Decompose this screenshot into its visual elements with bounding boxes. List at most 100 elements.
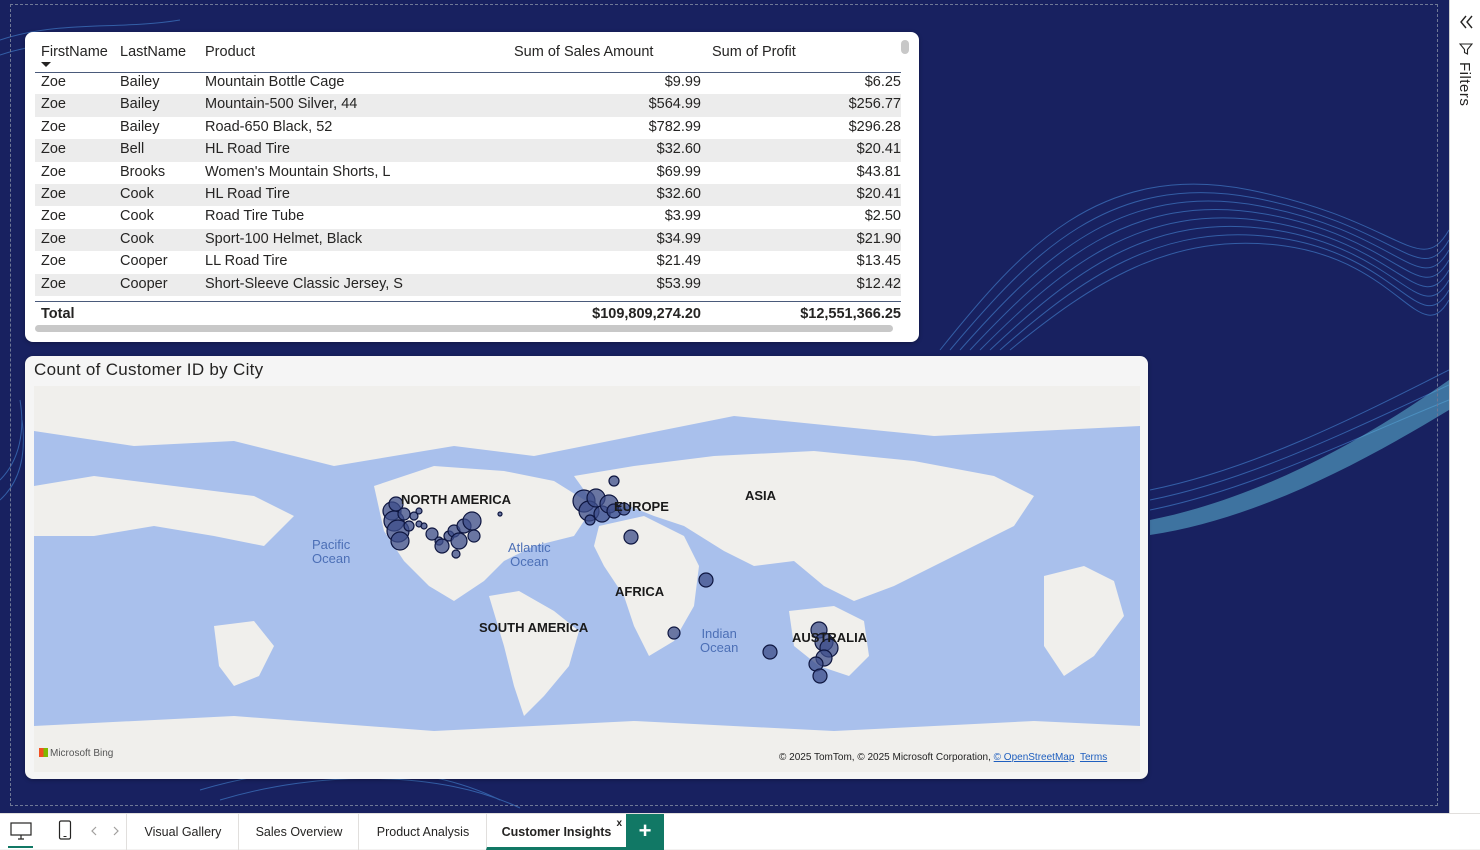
cell-lastname: Bailey xyxy=(120,74,160,90)
openstreetmap-link[interactable]: © OpenStreetMap xyxy=(994,752,1075,763)
continent-label-africa: AFRICA xyxy=(615,584,665,599)
total-label: Total xyxy=(41,306,75,322)
table-row[interactable]: Zoe Cook HL Road Tire $32.60 $20.41 xyxy=(35,183,901,207)
cell-profit: $256.77 xyxy=(848,96,901,113)
continent-label-south-america: SOUTH AMERICA xyxy=(479,620,589,635)
report-canvas: FirstName LastName Product Sum of Sales … xyxy=(0,0,1449,813)
total-profit: $12,551,366.25 xyxy=(800,306,901,322)
mobile-layout-icon[interactable] xyxy=(58,820,72,840)
filters-pane: Filters xyxy=(1449,0,1480,813)
city-bubble[interactable] xyxy=(623,529,639,545)
cell-profit: $21.90 xyxy=(856,230,901,247)
city-bubble[interactable] xyxy=(608,475,620,487)
horizontal-scrollbar[interactable] xyxy=(35,325,893,332)
map-title: Count of Customer ID by City xyxy=(34,360,264,379)
city-bubble[interactable] xyxy=(450,532,468,550)
column-header-product[interactable]: Product xyxy=(205,44,255,60)
desktop-layout-icon[interactable] xyxy=(10,822,32,840)
city-bubble[interactable] xyxy=(667,626,681,640)
table-body: Zoe Bailey Mountain Bottle Cage $9.99 $6.25 Z… xyxy=(35,72,901,296)
column-header-profit[interactable]: Sum of Profit xyxy=(712,44,796,60)
table-row[interactable]: Zoe Bailey Road-650 Black, 52 $782.99 $296.2… xyxy=(35,117,901,139)
cell-lastname: Brooks xyxy=(120,163,166,180)
cell-lastname: Cook xyxy=(120,185,154,202)
city-bubble[interactable] xyxy=(390,531,410,551)
cell-lastname: Cooper xyxy=(120,275,168,292)
cell-firstname: Zoe xyxy=(41,74,66,90)
city-bubble[interactable] xyxy=(415,507,423,515)
add-page-button[interactable]: + xyxy=(626,814,664,850)
cell-firstname: Zoe xyxy=(41,253,66,270)
cell-firstname: Zoe xyxy=(41,163,66,180)
sales-table-visual[interactable]: FirstName LastName Product Sum of Sales … xyxy=(25,32,919,342)
column-header-sales-amount[interactable]: Sum of Sales Amount xyxy=(514,44,653,60)
vertical-scrollbar[interactable] xyxy=(901,40,909,54)
table-row[interactable]: Zoe Cook Sport-100 Helmet, Black $34.99 $21.… xyxy=(35,228,901,252)
cell-product: Road Tire Tube xyxy=(205,208,305,225)
cell-sales: $3.99 xyxy=(664,208,701,225)
page-tab-bar: Visual Gallery Sales Overview Product An… xyxy=(0,813,1480,850)
table-row[interactable]: Zoe Cooper Short-Sleeve Classic Jersey, S $… xyxy=(35,273,901,296)
city-bubble[interactable] xyxy=(762,644,778,660)
cell-firstname: Zoe xyxy=(41,185,66,202)
table-row[interactable]: Zoe Bell HL Road Tire $32.60 $20.41 xyxy=(35,139,901,162)
cell-lastname: Cook xyxy=(120,208,154,225)
table-row[interactable]: Zoe Brooks Women's Mountain Shorts, L $69.9… xyxy=(35,162,901,184)
cell-lastname: Bell xyxy=(120,141,145,158)
city-bubble[interactable] xyxy=(497,511,503,517)
table-total-row: Total $109,809,274.20 $12,551,366.25 xyxy=(35,301,901,326)
chevron-right-icon[interactable] xyxy=(112,826,120,836)
customer-map-visual[interactable]: Count of Customer ID by City NORTH AMERI xyxy=(25,356,1148,779)
tab-product-analysis[interactable]: Product Analysis xyxy=(358,814,487,850)
tab-visual-gallery[interactable]: Visual Gallery xyxy=(126,814,239,850)
tab-sales-overview[interactable]: Sales Overview xyxy=(238,814,359,850)
cell-profit: $2.50 xyxy=(864,208,901,225)
city-bubble[interactable] xyxy=(467,529,481,543)
microsoft-logo-icon xyxy=(39,748,48,757)
table-row[interactable]: Zoe Bailey Mountain Bottle Cage $9.99 $6.25 xyxy=(35,72,901,94)
bing-logo: Microsoft Bing xyxy=(39,748,113,759)
cell-sales: $782.99 xyxy=(648,118,701,135)
cell-product: HL Road Tire xyxy=(205,141,290,158)
cell-firstname: Zoe xyxy=(41,141,66,158)
cell-sales: $53.99 xyxy=(656,275,701,292)
tab-customer-insights-label: Customer Insights xyxy=(501,825,612,839)
ocean-label-pacific: Pacific Ocean xyxy=(312,537,351,566)
terms-link[interactable]: Terms xyxy=(1080,752,1107,763)
city-bubble[interactable] xyxy=(403,520,415,532)
chevrons-left-icon[interactable] xyxy=(1458,12,1474,32)
map-area[interactable]: NORTH AMERICA EUROPE ASIA AFRICA SOUTH A… xyxy=(34,386,1140,772)
city-bubble[interactable] xyxy=(698,572,714,588)
table-row[interactable]: Zoe Cooper LL Road Tire $21.49 $13.45 xyxy=(35,251,901,273)
continent-label-australia: AUSTRALIA xyxy=(792,630,868,645)
cell-profit: $20.41 xyxy=(856,185,901,202)
cell-firstname: Zoe xyxy=(41,275,66,292)
cell-sales: $69.99 xyxy=(656,163,701,180)
cell-profit: $20.41 xyxy=(856,141,901,158)
city-bubble[interactable] xyxy=(451,549,461,559)
continent-label-europe: EUROPE xyxy=(614,499,669,514)
close-tab-icon[interactable]: x xyxy=(616,806,622,842)
table-row[interactable]: Zoe Cook Road Tire Tube $3.99 $2.50 xyxy=(35,206,901,228)
cell-firstname: Zoe xyxy=(41,230,66,247)
cell-product: Short-Sleeve Classic Jersey, S xyxy=(205,275,403,292)
cell-product: LL Road Tire xyxy=(205,253,288,270)
table-row[interactable]: Zoe Bailey Mountain-500 Silver, 44 $564.99 $… xyxy=(35,94,901,117)
filters-label[interactable]: Filters xyxy=(1456,62,1473,106)
column-header-lastname[interactable]: LastName xyxy=(120,44,186,60)
city-bubble[interactable] xyxy=(584,514,596,526)
cell-product: Mountain-500 Silver, 44 xyxy=(205,96,358,113)
cell-lastname: Cook xyxy=(120,230,154,247)
sort-descending-icon[interactable] xyxy=(41,62,51,67)
city-bubble[interactable] xyxy=(420,522,428,530)
bubble-layer xyxy=(382,475,839,684)
tab-customer-insights[interactable]: Customer Insights x xyxy=(486,814,626,850)
column-header-firstname[interactable]: FirstName xyxy=(41,44,108,60)
city-bubble[interactable] xyxy=(397,507,411,521)
city-bubble[interactable] xyxy=(812,668,828,684)
city-bubble[interactable] xyxy=(462,511,482,531)
funnel-icon xyxy=(1459,43,1473,55)
chevron-left-icon[interactable] xyxy=(90,826,98,836)
cell-profit: $13.45 xyxy=(856,253,901,270)
table-header: FirstName LastName Product Sum of Sales … xyxy=(35,32,901,73)
